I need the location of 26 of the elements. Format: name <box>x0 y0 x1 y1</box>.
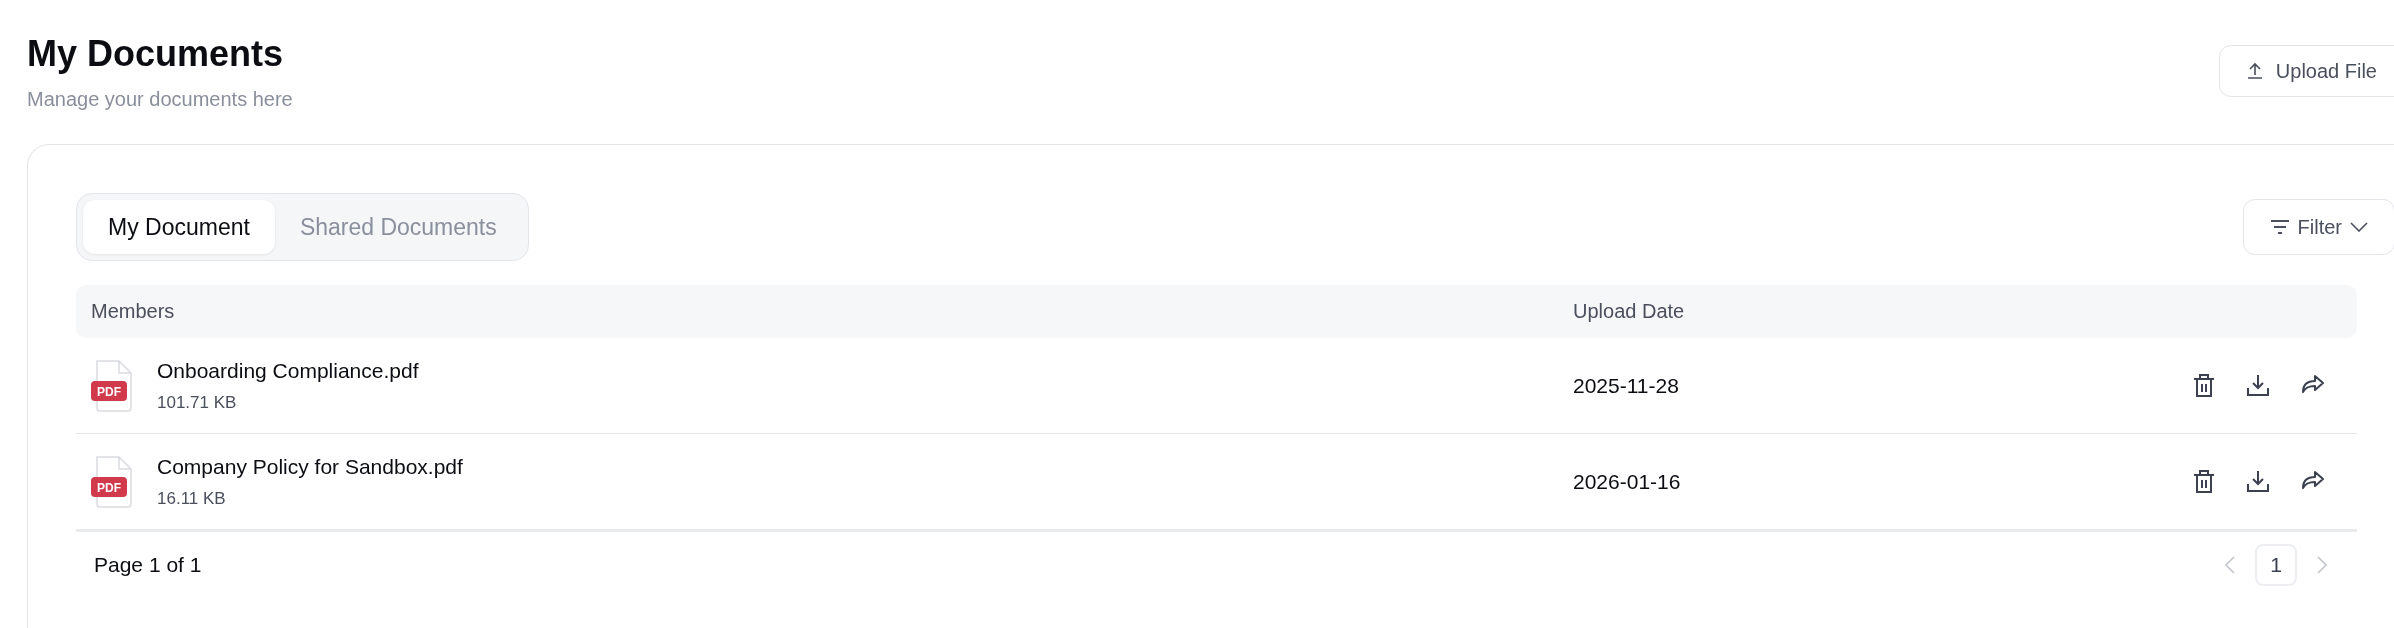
upload-icon <box>2245 62 2264 80</box>
chevron-down-icon <box>2350 222 2368 232</box>
page-summary: Page 1 of 1 <box>93 553 202 577</box>
upload-date: 2025-11-28 <box>1572 373 1680 398</box>
tab[interactable]: My Document <box>83 200 275 254</box>
column-header: Upload Date <box>1572 300 1686 323</box>
page-title: My Documents <box>27 32 285 76</box>
upload-date: 2026-01-16 <box>1572 469 1682 494</box>
filter-button[interactable]: Filter <box>2242 199 2394 255</box>
download-icon <box>2247 469 2269 492</box>
chevron-right-icon <box>2317 556 2327 574</box>
page-subtitle: Manage your documents here <box>27 88 293 111</box>
file-name: Onboarding Compliance.pdf <box>157 358 419 383</box>
file-name: Company Policy for Sandbox.pdf <box>157 454 463 479</box>
share-arrow-icon <box>2301 373 2325 394</box>
column-header: Members <box>90 300 176 323</box>
upload-button[interactable]: Upload File <box>2218 45 2394 97</box>
download-icon <box>2247 373 2269 396</box>
file-size: 16.11 KB <box>157 488 227 509</box>
filter-icon <box>2269 219 2290 235</box>
page-number-button[interactable]: 1 <box>2255 544 2297 586</box>
trash-icon <box>2193 469 2215 494</box>
chevron-left-icon <box>2225 556 2235 574</box>
file-size: 101.71 KB <box>157 392 238 413</box>
trash-icon <box>2193 373 2215 398</box>
share-arrow-icon <box>2301 469 2325 490</box>
